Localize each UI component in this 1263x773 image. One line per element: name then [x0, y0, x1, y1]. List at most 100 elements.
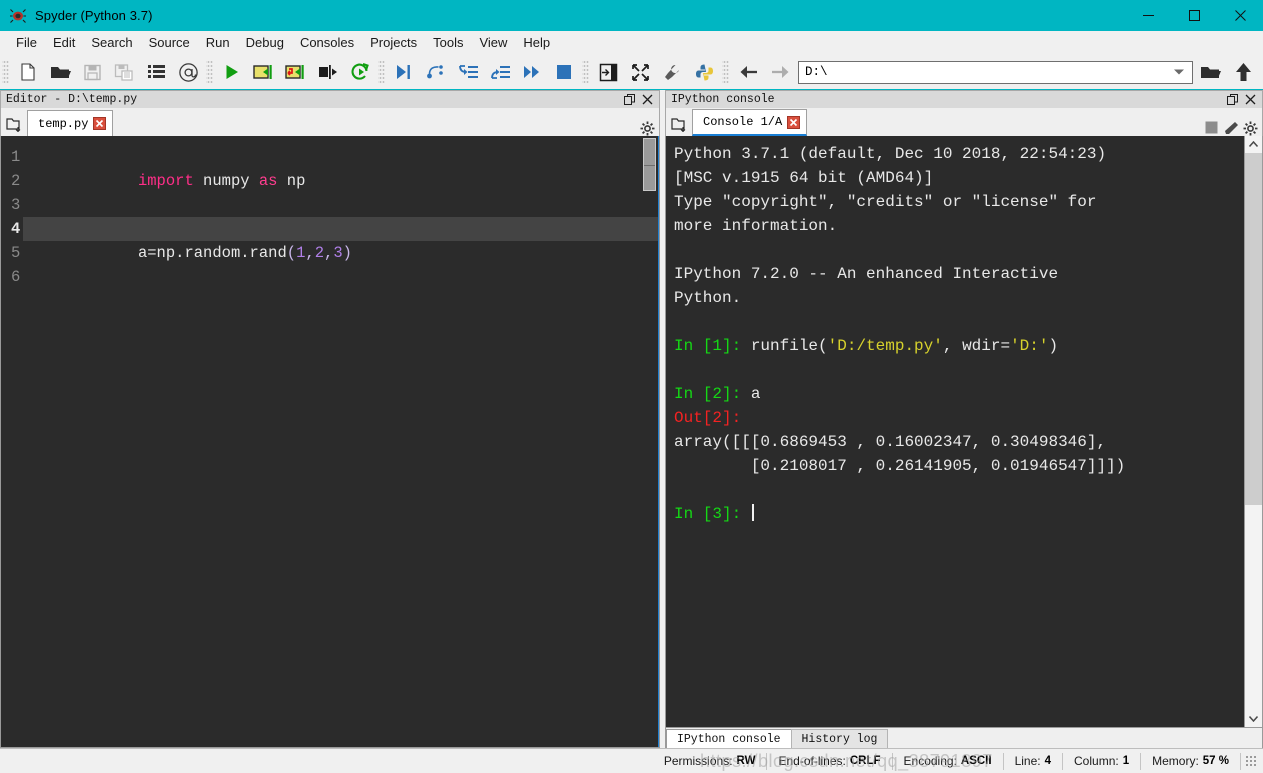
toolbar-group-file: [12, 55, 204, 89]
editor-code-area[interactable]: 1 2 3 4 5 6 import numpy as np a=np.rand…: [0, 136, 660, 748]
spyder-icon: [10, 8, 26, 24]
line-number-current: 4: [11, 220, 21, 238]
toolbar-drag-handle-nav[interactable]: [722, 59, 729, 85]
token-paren: (: [286, 244, 297, 262]
interrupt-kernel-icon[interactable]: [1205, 121, 1218, 134]
menu-file[interactable]: File: [8, 32, 45, 54]
console-line: more information.: [674, 217, 838, 235]
preferences-icon[interactable]: [656, 57, 688, 87]
debug-file-icon[interactable]: [388, 57, 420, 87]
file-switcher-icon[interactable]: [140, 57, 172, 87]
toolbar-drag-handle-tools[interactable]: [582, 59, 589, 85]
console-scrollbar[interactable]: [1244, 136, 1262, 727]
run-selection-icon[interactable]: [312, 57, 344, 87]
find-symbol-icon[interactable]: [172, 57, 204, 87]
console-text[interactable]: Python 3.7.1 (default, Dec 10 2018, 22:5…: [666, 136, 1244, 727]
browse-tabs-icon[interactable]: [1, 117, 27, 136]
chevron-down-icon[interactable]: [1174, 69, 1184, 75]
close-pane-icon[interactable]: [1245, 94, 1256, 105]
forward-icon[interactable]: [764, 57, 796, 87]
python-path-icon[interactable]: [688, 57, 720, 87]
console-pane-title-text: IPython console: [671, 93, 775, 106]
menu-bar: File Edit Search Source Run Debug Consol…: [0, 31, 1263, 55]
toolbar-drag-handle-debug[interactable]: [378, 59, 385, 85]
menu-debug[interactable]: Debug: [238, 32, 292, 54]
close-tab-icon[interactable]: [93, 117, 107, 130]
undock-icon[interactable]: [1227, 94, 1238, 105]
menu-source[interactable]: Source: [141, 32, 198, 54]
console-output-area[interactable]: Python 3.7.1 (default, Dec 10 2018, 22:5…: [665, 136, 1263, 728]
toolbar-group-tools: [592, 55, 720, 89]
scroll-down-arrow-icon[interactable]: [1245, 710, 1262, 727]
status-encoding: Encoding: ASCII: [893, 752, 1004, 770]
status-eol-value: CRLF: [849, 755, 881, 767]
bottom-tab-history-log[interactable]: History log: [790, 729, 889, 748]
status-column: Column: 1: [1063, 752, 1142, 770]
status-memory-value: 57 %: [1202, 755, 1229, 767]
run-cell-advance-icon[interactable]: [280, 57, 312, 87]
close-tab-icon[interactable]: [787, 115, 801, 129]
run-file-icon[interactable]: [216, 57, 248, 87]
bottom-tab-ipython-console[interactable]: IPython console: [666, 729, 792, 748]
console-line: [MSC v.1915 64 bit (AMD64)]: [674, 169, 934, 187]
close-button[interactable]: [1217, 0, 1263, 31]
menu-tools[interactable]: Tools: [425, 32, 471, 54]
editor-scrollbar-thumb[interactable]: [643, 138, 656, 191]
minimize-button[interactable]: [1125, 0, 1171, 31]
gear-icon[interactable]: [640, 121, 655, 136]
fullscreen-icon[interactable]: [624, 57, 656, 87]
browse-tabs-icon[interactable]: [666, 117, 692, 136]
console-scrollbar-thumb[interactable]: [1245, 153, 1262, 505]
token-comma: ,: [324, 244, 334, 262]
status-line: Line: 4: [1004, 752, 1064, 770]
continue-icon[interactable]: [516, 57, 548, 87]
menu-projects[interactable]: Projects: [362, 32, 425, 54]
editor-tabstrip: temp.py: [0, 108, 660, 136]
back-icon[interactable]: [732, 57, 764, 87]
console-line: Type "copyright", "credits" or "license"…: [674, 193, 1097, 211]
console-output-line: array([[[0.6869453 , 0.16002347, 0.30498…: [674, 433, 1107, 451]
toolbar-drag-handle-run[interactable]: [206, 59, 213, 85]
gear-icon[interactable]: [1243, 121, 1258, 136]
menu-search[interactable]: Search: [83, 32, 140, 54]
open-file-icon[interactable]: [44, 57, 76, 87]
console-scrollbar-track[interactable]: [1245, 153, 1262, 710]
menu-edit[interactable]: Edit: [45, 32, 83, 54]
step-over-icon[interactable]: [420, 57, 452, 87]
working-directory-input[interactable]: D:\: [798, 60, 1193, 84]
scroll-up-arrow-icon[interactable]: [1245, 136, 1262, 153]
toolbar-drag-handle[interactable]: [2, 59, 9, 85]
step-return-icon[interactable]: [484, 57, 516, 87]
spyder-window: Spyder (Python 3.7) File Edit Search Sou…: [0, 0, 1263, 773]
status-column-value: 1: [1122, 755, 1130, 767]
new-file-icon[interactable]: [12, 57, 44, 87]
editor-scrollbar[interactable]: [643, 138, 656, 745]
undock-icon[interactable]: [624, 94, 635, 105]
code-line-4: a=np.random.rand(1,2,3): [23, 217, 658, 262]
maximize-button[interactable]: [1171, 0, 1217, 31]
menu-view[interactable]: View: [471, 32, 515, 54]
editor-pane-title-text: Editor - D:\temp.py: [6, 93, 138, 106]
browse-folder-icon[interactable]: [1195, 57, 1227, 87]
stop-debug-icon[interactable]: [548, 57, 580, 87]
menu-run[interactable]: Run: [198, 32, 238, 54]
save-file-icon[interactable]: [76, 57, 108, 87]
working-directory-bar: D:\: [796, 55, 1263, 89]
menu-help[interactable]: Help: [515, 32, 558, 54]
text-cursor: [751, 504, 754, 521]
console-pane-title: IPython console: [665, 90, 1263, 108]
close-pane-icon[interactable]: [642, 94, 653, 105]
remove-all-variables-icon[interactable]: [1224, 121, 1238, 134]
menu-consoles[interactable]: Consoles: [292, 32, 362, 54]
console-tab-1a[interactable]: Console 1/A: [692, 109, 808, 136]
rerun-icon[interactable]: [344, 57, 376, 87]
run-cell-icon[interactable]: [248, 57, 280, 87]
editor-tab-temp-py[interactable]: temp.py: [27, 110, 114, 136]
save-all-icon[interactable]: [108, 57, 140, 87]
maximize-pane-icon[interactable]: [592, 57, 624, 87]
resize-grip[interactable]: [1245, 755, 1257, 767]
parent-directory-icon[interactable]: [1227, 57, 1259, 87]
editor-text[interactable]: import numpy as np a=np.random.rand(1,2,…: [23, 136, 658, 747]
step-into-icon[interactable]: [452, 57, 484, 87]
editor-line-numbers: 1 2 3 4 5 6: [1, 136, 24, 747]
